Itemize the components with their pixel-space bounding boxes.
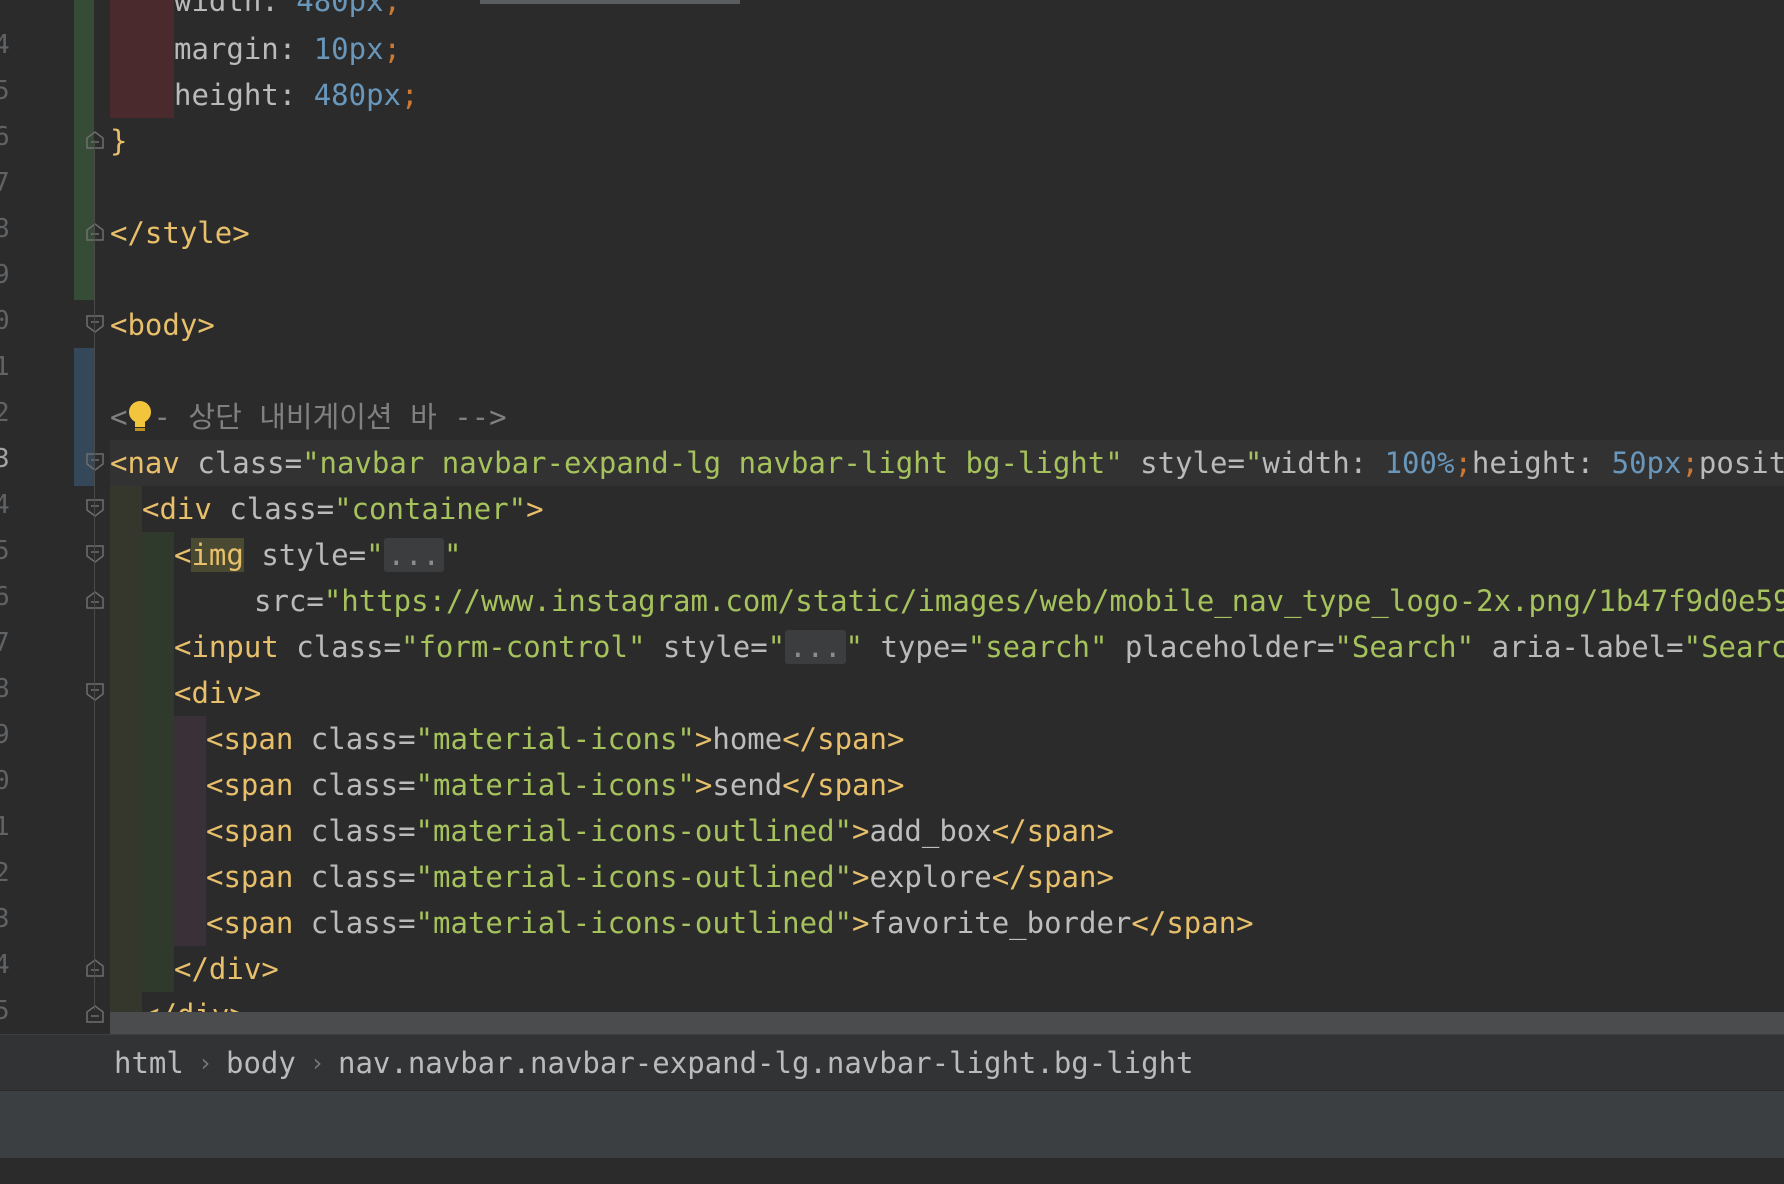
line-number: 4	[0, 950, 10, 980]
fold-guide-line	[94, 140, 95, 1010]
breadcrumb-item-html[interactable]: html	[114, 1035, 184, 1091]
line-number: 5	[0, 76, 10, 106]
code-line[interactable]: <body>	[110, 302, 215, 348]
code-line[interactable]: margin: 10px;	[110, 26, 401, 72]
code-line[interactable]: src="https://www.instagram.com/static/im…	[110, 578, 1784, 624]
line-number: 4	[0, 490, 10, 520]
line-number: 2	[0, 398, 10, 428]
code-editor[interactable]: 4 5 6 7 8 9 0 1 2 3 4 5 6 7 8 9 0 1 2 3 …	[0, 0, 1784, 1034]
code-line[interactable]: <span class="material-icons-outlined">fa…	[110, 900, 1254, 946]
code-line[interactable]: <img style="... "	[110, 532, 461, 578]
lightbulb-icon[interactable]	[127, 400, 153, 434]
code-line[interactable]: <span class="material-icons">send</span>	[110, 762, 904, 808]
line-number: 2	[0, 858, 10, 888]
breadcrumb-item-nav[interactable]: nav.navbar.navbar-expand-lg.navbar-light…	[338, 1035, 1194, 1091]
vcs-modified-marker[interactable]	[74, 0, 94, 300]
fold-end-icon[interactable]	[86, 223, 104, 241]
fold-start-icon[interactable]	[86, 683, 104, 701]
line-number: 6	[0, 122, 10, 152]
folded-region[interactable]: ...	[785, 630, 846, 664]
line-number: 1	[0, 812, 10, 842]
code-line[interactable]: <span class="material-icons-outlined">ad…	[110, 808, 1114, 854]
line-number: 0	[0, 306, 10, 336]
status-bar	[0, 1090, 1784, 1159]
line-number: 0	[0, 766, 10, 796]
breadcrumb: html › body › nav.navbar.navbar-expand-l…	[0, 1034, 1784, 1091]
line-number: 5	[0, 996, 10, 1026]
code-line[interactable]: <span class="material-icons-outlined">ex…	[110, 854, 1114, 900]
line-number: 8	[0, 674, 10, 704]
breadcrumb-separator: ›	[198, 1049, 213, 1077]
code-line[interactable]: <span class="material-icons">home</span>	[110, 716, 904, 762]
line-number: 9	[0, 720, 10, 750]
line-number: 3	[0, 904, 10, 934]
code-line[interactable]: }	[110, 118, 127, 164]
line-number: 7	[0, 168, 10, 198]
code-line[interactable]: <div class="container">	[110, 486, 544, 532]
folded-region[interactable]: ...	[383, 538, 444, 572]
fold-end-icon[interactable]	[86, 131, 104, 149]
code-line[interactable]: <div>	[110, 670, 261, 716]
line-number: 6	[0, 582, 10, 612]
code-line-comment[interactable]: < - 상단 내비게이션 바 -->	[110, 394, 507, 440]
fold-end-icon[interactable]	[86, 959, 104, 977]
code-line[interactable]: height: 480px;	[110, 72, 418, 118]
breadcrumb-item-body[interactable]: body	[226, 1035, 296, 1091]
line-number: 8	[0, 214, 10, 244]
line-number: 5	[0, 536, 10, 566]
code-line[interactable]: </div>	[110, 946, 279, 992]
breadcrumb-separator: ›	[310, 1049, 325, 1077]
line-number: 7	[0, 628, 10, 658]
fold-end-icon[interactable]	[86, 591, 104, 609]
code-line-current[interactable]: <nav class="navbar navbar-expand-lg navb…	[110, 440, 1784, 486]
fold-start-icon[interactable]	[86, 315, 104, 333]
fold-start-icon[interactable]	[86, 453, 104, 471]
horizontal-scroll-thumb-top[interactable]	[480, 0, 740, 4]
fold-start-icon[interactable]	[86, 499, 104, 517]
line-number-current: 3	[0, 444, 10, 474]
horizontal-scrollbar[interactable]	[110, 1012, 1784, 1034]
code-line[interactable]: </style>	[110, 210, 250, 256]
fold-end-icon[interactable]	[86, 1005, 104, 1023]
line-number: 9	[0, 260, 10, 290]
code-line[interactable]: <input class="form-control" style="... " …	[110, 624, 1784, 670]
fold-start-icon[interactable]	[86, 545, 104, 563]
code-line[interactable]: width: 480px;	[110, 0, 401, 24]
window-bottom-edge	[0, 1158, 1784, 1184]
line-number: 4	[0, 30, 10, 60]
line-number: 1	[0, 352, 10, 382]
